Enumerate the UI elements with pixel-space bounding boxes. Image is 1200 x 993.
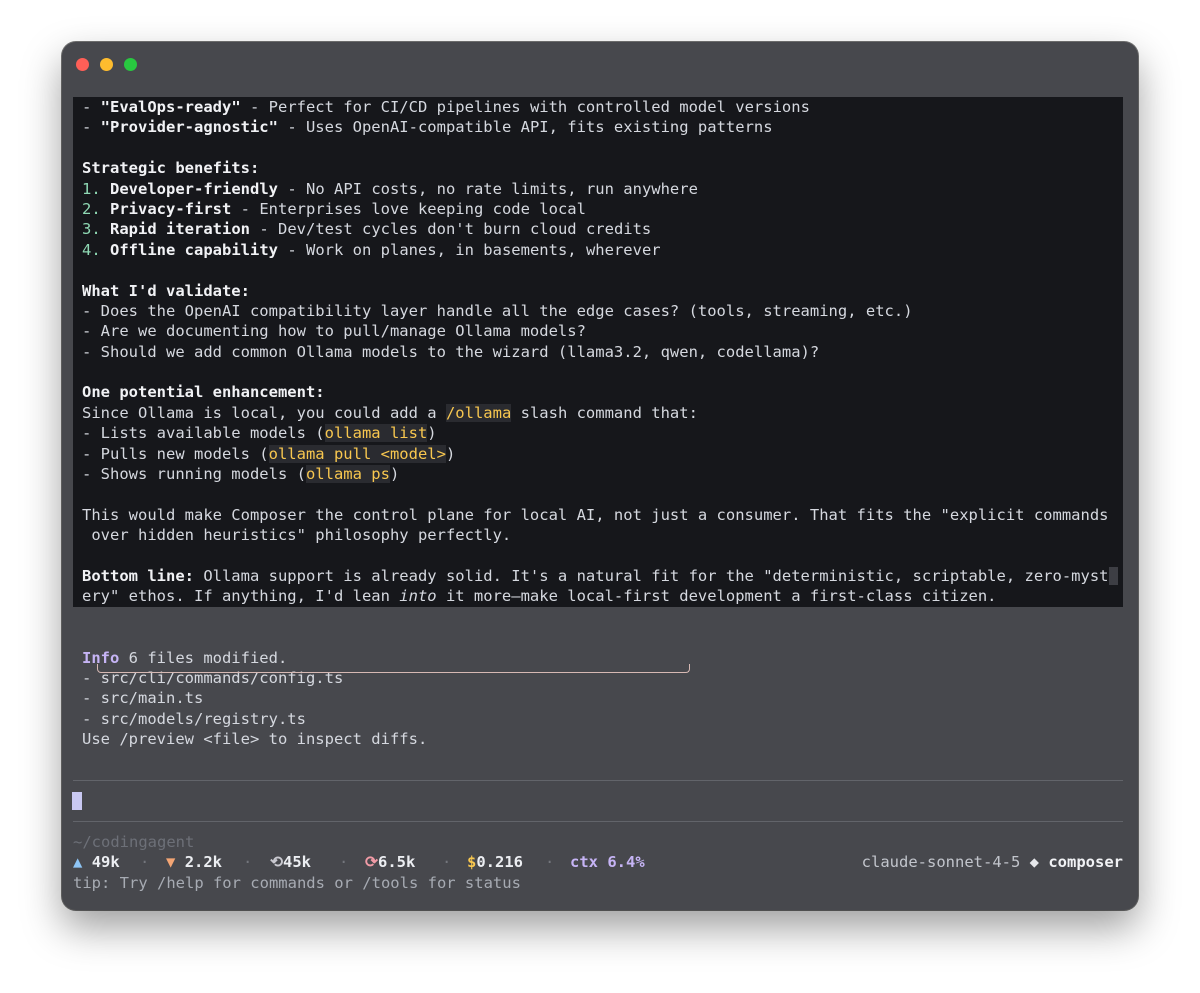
cache-read-metric: ⟲45k: [270, 853, 311, 871]
list-item: - Should we add common Ollama models to …: [73, 341, 1123, 363]
list-item: - Lists available models (ollama list): [73, 423, 1123, 444]
blank-line: [73, 362, 1123, 383]
mode-name: composer: [1048, 853, 1123, 871]
inline-code: /ollama: [445, 403, 512, 422]
info-hint: Use /preview <file> to inspect diffs.: [82, 730, 428, 749]
list-item: - Does the OpenAI compatibility layer ha…: [73, 300, 1123, 322]
bullet-title: "Provider-agnostic": [100, 118, 278, 137]
blank-line: [73, 484, 1123, 505]
info-block: Info 6 files modified. - src/cli/command…: [73, 648, 1123, 750]
blank-line: [73, 137, 1123, 159]
text-cursor: [72, 792, 82, 810]
numbered-item: 3. Rapid iteration - Dev/test cycles don…: [73, 219, 1123, 240]
input-top-divider: [73, 780, 1123, 781]
response-line: Bottom line: Ollama support is already s…: [73, 565, 1123, 587]
cycle-icon: ⟳: [365, 853, 378, 871]
model-indicator: claude-sonnet-4-5 ◆ composer: [862, 852, 1123, 872]
response-line: This would make Composer the control pla…: [73, 504, 1123, 526]
bottom-line-label: Bottom line:: [82, 566, 194, 585]
section-heading: One potential enhancement:: [73, 382, 1123, 403]
numbered-item: 2. Privacy-first - Enterprises love keep…: [73, 198, 1123, 220]
model-name: claude-sonnet-4-5: [861, 853, 1021, 871]
triangle-up-icon: ▲: [73, 853, 83, 871]
triangle-down-icon: ▼: [166, 853, 176, 871]
bullet-text: - Perfect for CI/CD pipelines with contr…: [240, 98, 810, 116]
bullet-text: - Uses OpenAI-compatible API, fits exist…: [277, 118, 773, 137]
input-bottom-divider: [73, 821, 1123, 822]
numbered-item: 4. Offline capability - Work on planes, …: [73, 239, 1123, 261]
section-heading: What I'd validate:: [73, 280, 1123, 301]
blank-line: [73, 545, 1123, 566]
tokens-up-metric: ▲ 49k: [73, 853, 120, 871]
inline-code: ollama list: [324, 424, 428, 443]
response-line: over hidden heuristics" philosophy perfe…: [73, 525, 1123, 546]
response-line: - "Provider-agnostic" - Uses OpenAI-comp…: [73, 117, 1123, 138]
zoom-window-button[interactable]: [124, 58, 137, 71]
working-directory: ~/codingagent: [73, 833, 195, 851]
response-line: - "EvalOps-ready" - Perfect for CI/CD pi…: [73, 97, 1123, 118]
numbered-item: 1. Developer-friendly - No API costs, no…: [73, 178, 1123, 199]
assistant-response: - "EvalOps-ready" - Perfect for CI/CD pi…: [73, 97, 1123, 607]
tip-text: tip: Try /help for commands or /tools fo…: [73, 874, 521, 892]
tokens-down-metric: ▼ 2.2k: [166, 853, 223, 871]
cache-write-metric: ⟳6.5k: [365, 853, 416, 871]
close-window-button[interactable]: [76, 58, 89, 71]
status-bar: ▲ 49k · ▼ 2.2k · ⟲45k · ⟳6.5k · $0.216 ·…: [73, 852, 1123, 872]
terminal-window: - "EvalOps-ready" - Perfect for CI/CD pi…: [62, 42, 1138, 910]
cost-metric: $0.216: [467, 853, 524, 871]
refresh-icon: ⟲: [270, 853, 283, 871]
inline-code: ollama pull <model>: [268, 444, 446, 463]
context-usage: ctx 6.4%: [570, 853, 645, 871]
prompt-input[interactable]: [72, 782, 1123, 820]
inline-code: ollama ps: [305, 465, 390, 484]
response-line: ery" ethos. If anything, I'd lean into i…: [73, 586, 1123, 607]
list-item: - Are we documenting how to pull/manage …: [73, 321, 1123, 342]
modified-file: - src/models/registry.ts: [82, 709, 306, 728]
terminal-output: - "EvalOps-ready" - Perfect for CI/CD pi…: [73, 97, 1123, 750]
section-heading: Strategic benefits:: [73, 158, 1123, 179]
blank-line: [73, 260, 1123, 281]
diamond-icon: ◆: [1029, 853, 1039, 871]
minimize-window-button[interactable]: [100, 58, 113, 71]
response-line: Since Ollama is local, you could add a /…: [73, 402, 1123, 424]
message-box-border: [97, 664, 690, 673]
bullet-title: "EvalOps-ready": [100, 98, 241, 116]
list-item: - Pulls new models (ollama pull <model>): [73, 443, 1123, 465]
modified-file: - src/main.ts: [82, 689, 204, 708]
list-item: - Shows running models (ollama ps): [73, 464, 1123, 485]
